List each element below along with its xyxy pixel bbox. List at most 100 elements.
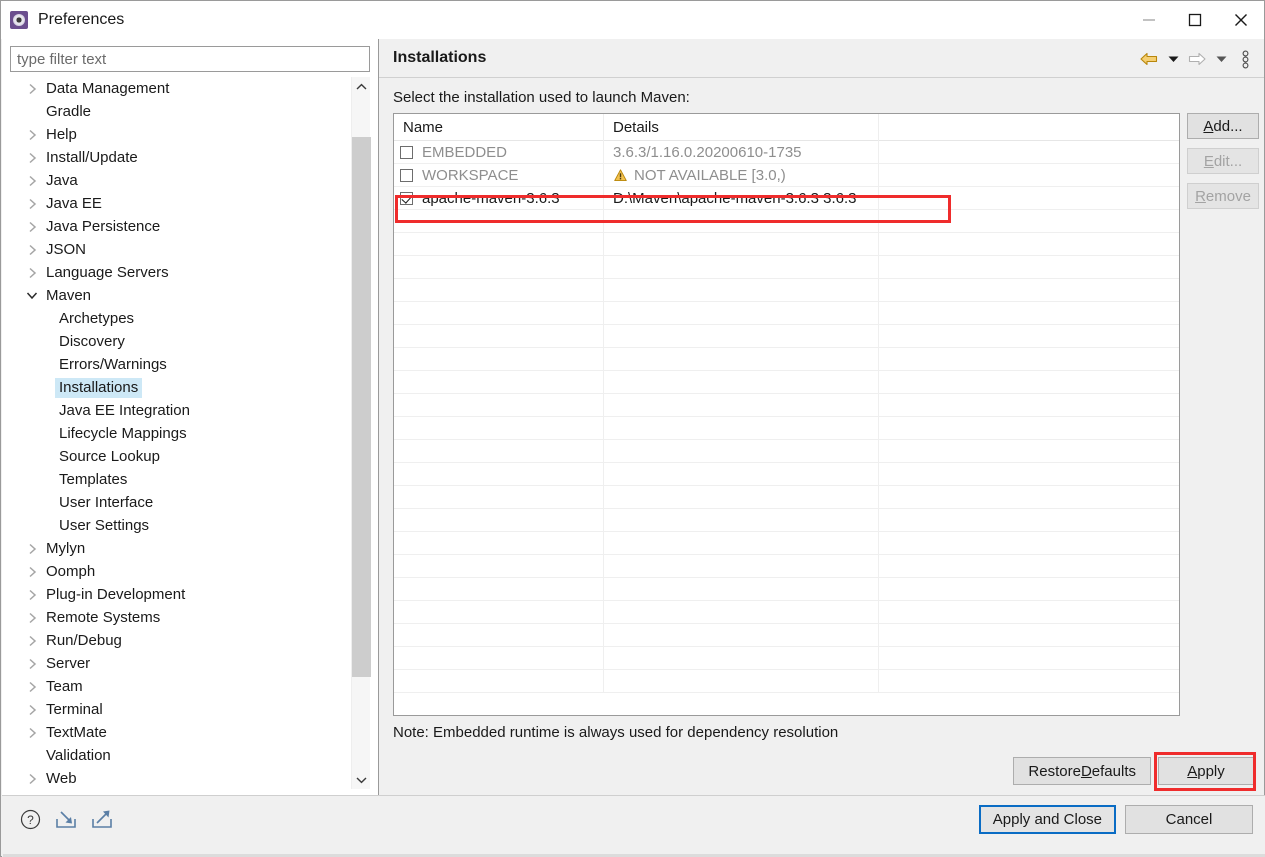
- table-row-empty[interactable]: [394, 371, 1179, 394]
- column-header-name[interactable]: Name: [394, 114, 604, 141]
- chevron-right-icon[interactable]: [22, 129, 42, 141]
- chevron-right-icon[interactable]: [22, 589, 42, 601]
- table-row-empty[interactable]: [394, 417, 1179, 440]
- sidebar-item-source-lookup[interactable]: Source Lookup: [10, 445, 350, 468]
- table-row-empty[interactable]: [394, 601, 1179, 624]
- apply-and-close-button[interactable]: Apply and Close: [978, 805, 1116, 834]
- chevron-right-icon[interactable]: [22, 175, 42, 187]
- chevron-right-icon[interactable]: [22, 244, 42, 256]
- table-row[interactable]: apache-maven-3.6.3 D:\Maven\apache-maven-…: [394, 187, 1179, 210]
- scroll-up-icon[interactable]: [352, 77, 371, 96]
- chevron-right-icon[interactable]: [22, 635, 42, 647]
- table-row-empty[interactable]: [394, 555, 1179, 578]
- chevron-right-icon[interactable]: [22, 198, 42, 210]
- table-row-empty[interactable]: [394, 394, 1179, 417]
- search-input[interactable]: [10, 46, 370, 72]
- sidebar-item-run-debug[interactable]: Run/Debug: [10, 629, 350, 652]
- apply-button[interactable]: Apply: [1158, 757, 1254, 785]
- import-icon[interactable]: [54, 807, 78, 831]
- forward-dropdown-chevron-down-icon[interactable]: [1210, 48, 1232, 70]
- sidebar-item-java[interactable]: Java: [10, 169, 350, 192]
- table-row-empty[interactable]: [394, 279, 1179, 302]
- scrollbar-thumb[interactable]: [352, 137, 371, 677]
- sidebar-item-maven[interactable]: Maven: [10, 284, 350, 307]
- sidebar-item-json[interactable]: JSON: [10, 238, 350, 261]
- cancel-button[interactable]: Cancel: [1125, 805, 1253, 834]
- close-button[interactable]: [1218, 1, 1264, 39]
- table-row-empty[interactable]: [394, 647, 1179, 670]
- row-checkbox[interactable]: [400, 168, 413, 182]
- sidebar-item-discovery[interactable]: Discovery: [10, 330, 350, 353]
- sidebar-item-templates[interactable]: Templates: [10, 468, 350, 491]
- chevron-right-icon[interactable]: [22, 704, 42, 716]
- sidebar-item-user-interface[interactable]: User Interface: [10, 491, 350, 514]
- sidebar-item-language-servers[interactable]: Language Servers: [10, 261, 350, 284]
- table-row[interactable]: EMBEDDED 3.6.3/1.16.0.20200610-1735: [394, 141, 1179, 164]
- table-row-empty[interactable]: [394, 302, 1179, 325]
- back-arrow-icon[interactable]: [1138, 48, 1160, 70]
- back-dropdown-chevron-down-icon[interactable]: [1162, 48, 1184, 70]
- sidebar-item-install-update[interactable]: Install/Update: [10, 146, 350, 169]
- maximize-button[interactable]: [1172, 1, 1218, 39]
- table-row[interactable]: WORKSPACE NOT AVAILABLE [3.0,): [394, 164, 1179, 187]
- table-row-empty[interactable]: [394, 509, 1179, 532]
- help-question-icon[interactable]: ?: [18, 807, 42, 831]
- table-row-empty[interactable]: [394, 348, 1179, 371]
- chevron-right-icon[interactable]: [22, 543, 42, 555]
- restore-defaults-button[interactable]: Restore Defaults: [1013, 757, 1151, 785]
- sidebar-item-terminal[interactable]: Terminal: [10, 698, 350, 721]
- row-checkbox[interactable]: [400, 191, 413, 205]
- sidebar-item-oomph[interactable]: Oomph: [10, 560, 350, 583]
- view-menu-icon[interactable]: [1234, 48, 1256, 70]
- table-row-empty[interactable]: [394, 532, 1179, 555]
- sidebar-item-plug-in-development[interactable]: Plug-in Development: [10, 583, 350, 606]
- scroll-down-icon[interactable]: [352, 770, 371, 789]
- sidebar-item-web[interactable]: Web: [10, 767, 350, 789]
- chevron-right-icon[interactable]: [22, 658, 42, 670]
- minimize-button[interactable]: [1126, 1, 1172, 39]
- table-row-empty[interactable]: [394, 325, 1179, 348]
- sidebar-item-java-ee-integration[interactable]: Java EE Integration: [10, 399, 350, 422]
- table-row-empty[interactable]: [394, 578, 1179, 601]
- sidebar-item-server[interactable]: Server: [10, 652, 350, 675]
- sidebar-item-validation[interactable]: Validation: [10, 744, 350, 767]
- table-row-empty[interactable]: [394, 440, 1179, 463]
- add-button[interactable]: Add...: [1187, 113, 1259, 139]
- table-row-empty[interactable]: [394, 463, 1179, 486]
- chevron-down-icon[interactable]: [22, 291, 42, 300]
- table-row-empty[interactable]: [394, 486, 1179, 509]
- sidebar-item-java-persistence[interactable]: Java Persistence: [10, 215, 350, 238]
- sidebar-item-gradle[interactable]: Gradle: [10, 100, 350, 123]
- sidebar-item-mylyn[interactable]: Mylyn: [10, 537, 350, 560]
- table-row-empty[interactable]: [394, 233, 1179, 256]
- table-row-empty[interactable]: [394, 670, 1179, 693]
- sidebar-item-java-ee[interactable]: Java EE: [10, 192, 350, 215]
- chevron-right-icon[interactable]: [22, 773, 42, 785]
- sidebar-item-help[interactable]: Help: [10, 123, 350, 146]
- sidebar-item-archetypes[interactable]: Archetypes: [10, 307, 350, 330]
- column-header-details[interactable]: Details: [604, 114, 879, 141]
- sidebar-item-data-management[interactable]: Data Management: [10, 77, 350, 100]
- installations-table[interactable]: Name Details EMBEDDED 3.6.3/1.16.0.202006…: [393, 113, 1180, 716]
- chevron-right-icon[interactable]: [22, 221, 42, 233]
- column-header-extra[interactable]: [879, 114, 1179, 141]
- chevron-right-icon[interactable]: [22, 727, 42, 739]
- sidebar-item-errors-warnings[interactable]: Errors/Warnings: [10, 353, 350, 376]
- chevron-right-icon[interactable]: [22, 566, 42, 578]
- sidebar-item-textmate[interactable]: TextMate: [10, 721, 350, 744]
- table-row-empty[interactable]: [394, 256, 1179, 279]
- sidebar-item-installations[interactable]: Installations: [10, 376, 350, 399]
- chevron-right-icon[interactable]: [22, 83, 42, 95]
- export-icon[interactable]: [90, 807, 114, 831]
- chevron-right-icon[interactable]: [22, 681, 42, 693]
- chevron-right-icon[interactable]: [22, 267, 42, 279]
- table-row-empty[interactable]: [394, 210, 1179, 233]
- chevron-right-icon[interactable]: [22, 612, 42, 624]
- table-row-empty[interactable]: [394, 624, 1179, 647]
- sidebar-item-user-settings[interactable]: User Settings: [10, 514, 350, 537]
- sidebar-item-remote-systems[interactable]: Remote Systems: [10, 606, 350, 629]
- tree-scrollbar[interactable]: [351, 77, 371, 789]
- forward-arrow-icon[interactable]: [1186, 48, 1208, 70]
- sidebar-item-team[interactable]: Team: [10, 675, 350, 698]
- chevron-right-icon[interactable]: [22, 152, 42, 164]
